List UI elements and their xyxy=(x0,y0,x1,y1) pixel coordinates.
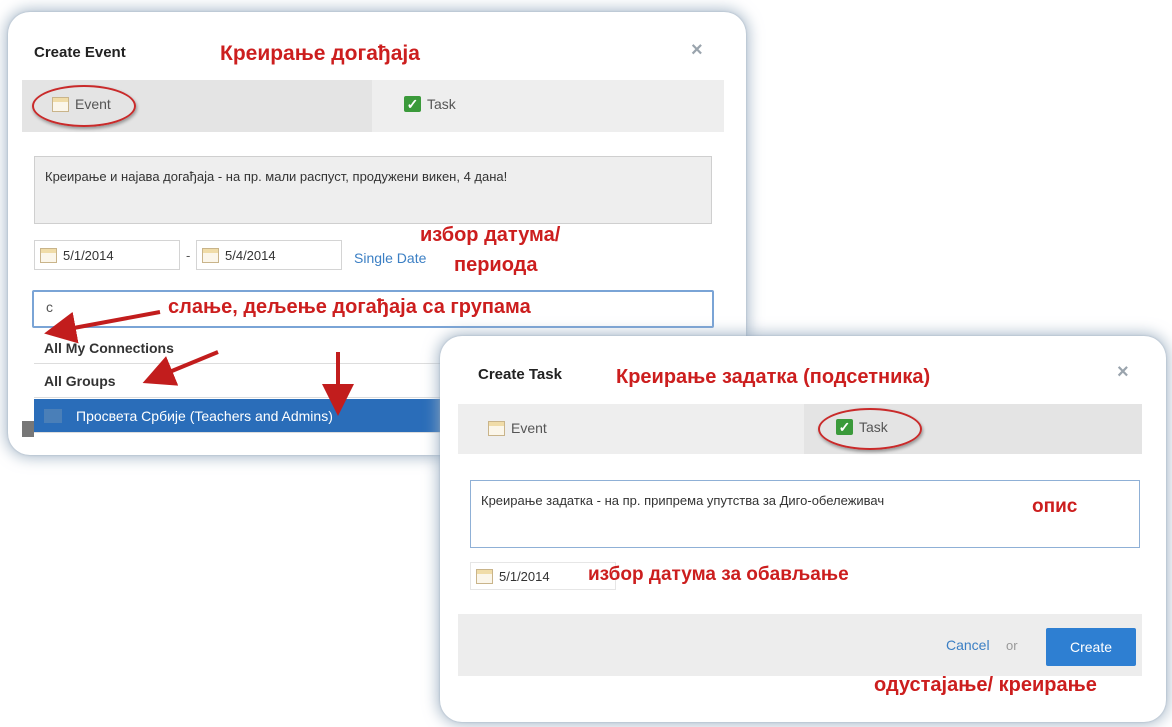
create-task-dialog: Create Task Креирање задатка (подсетника… xyxy=(440,336,1166,722)
dialog-title: Create Task xyxy=(478,366,562,383)
or-label: or xyxy=(1006,638,1018,653)
calendar-icon xyxy=(488,420,505,436)
calendar-icon xyxy=(476,568,493,584)
tab-event[interactable]: Event xyxy=(458,404,804,454)
tab-event-label: Event xyxy=(511,420,547,436)
annotation-description: опис xyxy=(1032,496,1078,517)
cancel-link[interactable]: Cancel xyxy=(946,637,990,653)
arrow-to-input xyxy=(44,310,161,344)
close-icon[interactable]: × xyxy=(1117,361,1129,384)
due-date-value: 5/1/2014 xyxy=(499,568,550,584)
arrow-to-all-groups xyxy=(142,350,219,386)
annotation-title: Креирање задатка (подсетника) xyxy=(616,366,931,388)
tab-bar: Event ✓ Task xyxy=(458,404,1142,454)
annotation-buttons: одустајање/ креирање xyxy=(874,674,1097,696)
create-button[interactable]: Create xyxy=(1046,628,1136,666)
highlight-ring xyxy=(818,408,922,450)
annotation-date: избор датума за обављање xyxy=(588,564,849,585)
dialog-footer: Cancel or Create xyxy=(458,614,1142,676)
